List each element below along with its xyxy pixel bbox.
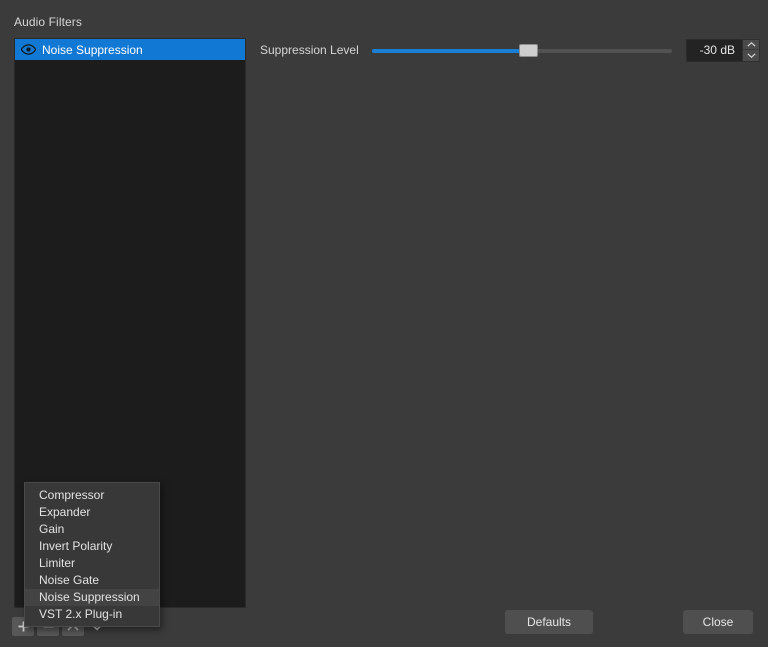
suppression-level-slider[interactable] [372,38,672,62]
add-filter-menu[interactable]: Compressor Expander Gain Invert Polarity Lim… [24,482,160,627]
menu-item[interactable]: Invert Polarity [25,538,159,555]
spinner-down-icon[interactable] [743,50,759,61]
menu-item[interactable]: VST 2.x Plug-in [25,606,159,623]
close-button[interactable]: Close [683,610,753,634]
menu-item[interactable]: Expander [25,504,159,521]
spinner-arrows [742,38,760,62]
menu-item[interactable]: Gain [25,521,159,538]
suppression-level-row: Suppression Level -30 dB [260,38,760,62]
suppression-level-label: Suppression Level [260,43,359,57]
menu-item[interactable]: Compressor [25,487,159,504]
suppression-level-spinbox[interactable]: -30 dB [686,38,760,62]
suppression-level-value[interactable]: -30 dB [686,38,742,62]
filter-properties-pane: Suppression Level -30 dB [260,38,760,598]
list-item-label: Noise Suppression [42,42,143,57]
defaults-button[interactable]: Defaults [505,610,593,634]
menu-item[interactable]: Limiter [25,555,159,572]
list-item[interactable]: Noise Suppression [15,39,245,60]
slider-handle[interactable] [519,44,538,57]
page-title: Audio Filters [14,15,82,29]
slider-fill [372,49,528,53]
eye-icon[interactable] [21,44,36,55]
spinner-up-icon[interactable] [743,39,759,50]
menu-item[interactable]: Noise Gate [25,572,159,589]
menu-item[interactable]: Noise Suppression [25,589,159,606]
